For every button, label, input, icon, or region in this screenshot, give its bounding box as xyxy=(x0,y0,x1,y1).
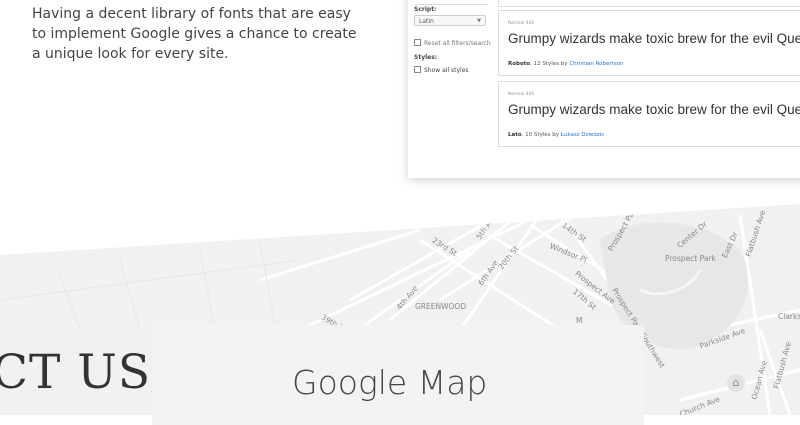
font-preview-screenshot: Script: Latin ▼ Reset all filters/search… xyxy=(408,0,800,178)
styles-label: Styles: xyxy=(414,54,438,61)
google-map-title: Google Map xyxy=(292,363,488,402)
map-label: Clarkson Ave xyxy=(778,312,800,321)
font-card-roboto[interactable]: Normal 400 Grumpy wizards make toxic bre… xyxy=(498,10,800,76)
chevron-down-icon: ▼ xyxy=(477,18,481,24)
intro-paragraph: Having a decent library of fonts that ar… xyxy=(32,6,357,62)
font-styles-count: , 10 Styles by xyxy=(521,132,561,138)
contact-heading: CT US xyxy=(0,345,152,400)
font-info: Lato, 10 Styles by Łukasz Dziedzic xyxy=(508,132,604,138)
font-card-lato[interactable]: Normal 400 Grumpy wizards make toxic bre… xyxy=(498,81,800,147)
divider xyxy=(414,4,488,5)
filter-sidebar: Script: Latin ▼ Reset all filters/search… xyxy=(414,0,496,178)
font-name: Roboto xyxy=(508,61,531,67)
google-map-panel: Google Map xyxy=(152,325,644,425)
reset-filters-label: Reset all filters/search xyxy=(424,40,491,47)
font-name: Lato xyxy=(508,132,522,138)
home-icon[interactable]: ⌂ xyxy=(727,374,745,392)
map-label: M xyxy=(576,316,583,325)
font-sample-text: Grumpy wizards make toxic brew for the e… xyxy=(508,31,800,46)
font-card-top xyxy=(498,0,800,7)
map-label: Prospect Park xyxy=(665,254,716,263)
reset-icon xyxy=(414,39,421,46)
script-select-value: Latin xyxy=(419,18,434,25)
show-all-styles-link[interactable]: Show all styles xyxy=(414,66,469,74)
script-label: Script: xyxy=(414,6,437,13)
map-label-greenwood: GREENWOOD xyxy=(415,302,467,311)
font-author-link[interactable]: Łukasz Dziedzic xyxy=(561,132,605,138)
font-styles-count: , 12 Styles by xyxy=(530,61,570,67)
script-select[interactable]: Latin ▼ xyxy=(414,15,486,26)
styles-icon xyxy=(414,66,421,73)
font-info: Roboto, 12 Styles by Christian Robertson xyxy=(508,61,624,67)
font-weight-meta: Normal 400 xyxy=(508,21,535,26)
reset-filters-link[interactable]: Reset all filters/search xyxy=(414,39,491,47)
font-sample-text: Grumpy wizards make toxic brew for the e… xyxy=(508,102,800,117)
font-weight-meta: Normal 400 xyxy=(508,92,535,97)
show-all-styles-label: Show all styles xyxy=(424,67,469,74)
font-author-link[interactable]: Christian Robertson xyxy=(569,61,623,67)
